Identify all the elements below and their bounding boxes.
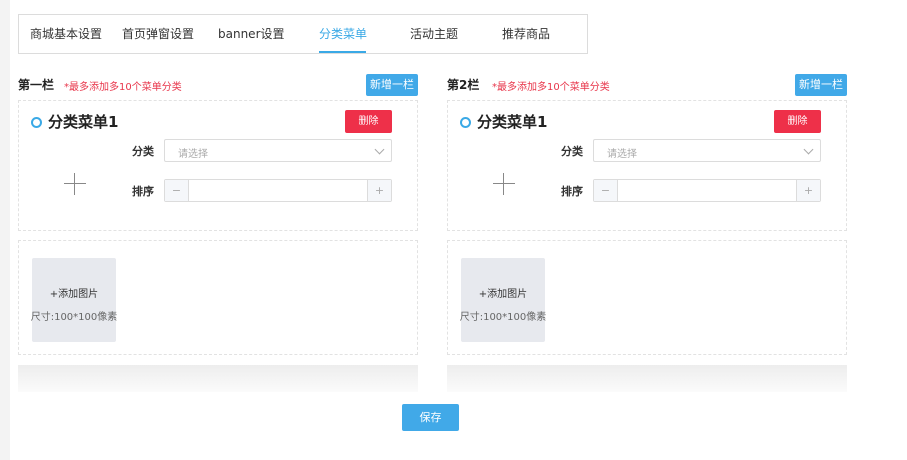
increment-button[interactable]: + [796, 180, 820, 201]
save-button[interactable]: 保存 [402, 404, 459, 431]
sort-input[interactable] [619, 180, 795, 201]
tab-banner-settings[interactable]: banner设置 [218, 15, 285, 53]
tab-homepage-popup-settings[interactable]: 首页弹窗设置 [122, 15, 194, 53]
sort-label: 排序 [132, 185, 154, 198]
add-column-button[interactable]: 新增一栏 [795, 74, 847, 96]
add-column-button[interactable]: 新增一栏 [366, 74, 418, 96]
tab-recommended-products[interactable]: 推荐商品 [502, 15, 550, 53]
decrement-button[interactable]: − [594, 180, 618, 201]
circle-dot-icon [31, 117, 42, 128]
image-upload-button[interactable]: +添加图片 尺寸:100*100像素 [459, 258, 547, 342]
category-label: 分类 [132, 145, 154, 158]
column-title: 第2栏 [447, 78, 480, 92]
decrement-button[interactable]: − [165, 180, 189, 201]
add-image-label: +添加图片 [478, 289, 528, 300]
next-menu-card-edge [18, 365, 418, 392]
delete-button[interactable]: 删除 [774, 110, 821, 133]
settings-tabs: 商城基本设置 首页弹窗设置 banner设置 分类菜单 活动主题 推荐商品 [18, 14, 588, 54]
menu-column-1: 第一栏 *最多添加多10个菜单分类 新增一栏 分类菜单1 删除 分类 请选择 排… [18, 72, 418, 392]
category-select[interactable]: 请选择 [593, 139, 821, 162]
tab-category-menu[interactable]: 分类菜单 [319, 15, 367, 53]
category-label: 分类 [561, 145, 583, 158]
image-size-hint: 尺寸:100*100像素 [459, 312, 547, 323]
column-limit-hint: *最多添加多10个菜单分类 [64, 82, 182, 93]
left-margin-strip [0, 0, 10, 460]
delete-button[interactable]: 删除 [345, 110, 392, 133]
menu-title-text: 分类菜单1 [48, 113, 119, 131]
next-menu-card-edge [447, 365, 847, 392]
chevron-down-icon [803, 144, 814, 155]
category-placeholder: 请选择 [178, 149, 208, 160]
chevron-down-icon [374, 144, 385, 155]
sort-input[interactable] [190, 180, 366, 201]
column-limit-hint: *最多添加多10个菜单分类 [492, 82, 610, 93]
sort-stepper: − + [164, 179, 392, 202]
sort-label: 排序 [561, 185, 583, 198]
category-menu-card: 分类菜单1 删除 分类 请选择 排序 − + [18, 100, 418, 231]
column-header: 第一栏 *最多添加多10个菜单分类 新增一栏 [18, 72, 418, 98]
sort-stepper: − + [593, 179, 821, 202]
tab-activity-theme[interactable]: 活动主题 [410, 15, 458, 53]
menu-title: 分类菜单1 [460, 111, 547, 132]
active-tab-indicator [319, 51, 366, 53]
image-upload-button[interactable]: +添加图片 尺寸:100*100像素 [30, 258, 118, 342]
column-title: 第一栏 [18, 78, 55, 92]
menu-title: 分类菜单1 [31, 111, 118, 132]
tab-mall-basic-settings[interactable]: 商城基本设置 [30, 15, 102, 53]
image-upload-card: +添加图片 尺寸:100*100像素 [18, 240, 418, 355]
category-select[interactable]: 请选择 [164, 139, 392, 162]
add-icon[interactable] [493, 173, 515, 195]
image-upload-card: +添加图片 尺寸:100*100像素 [447, 240, 847, 355]
increment-button[interactable]: + [367, 180, 391, 201]
column-header: 第2栏 *最多添加多10个菜单分类 新增一栏 [447, 72, 847, 98]
add-image-label: +添加图片 [49, 289, 99, 300]
category-placeholder: 请选择 [607, 149, 637, 160]
category-menu-card: 分类菜单1 删除 分类 请选择 排序 − + [447, 100, 847, 231]
circle-dot-icon [460, 117, 471, 128]
menu-column-2: 第2栏 *最多添加多10个菜单分类 新增一栏 分类菜单1 删除 分类 请选择 排… [447, 72, 847, 392]
menu-title-text: 分类菜单1 [477, 113, 548, 131]
image-size-hint: 尺寸:100*100像素 [30, 312, 118, 323]
add-icon[interactable] [64, 173, 86, 195]
